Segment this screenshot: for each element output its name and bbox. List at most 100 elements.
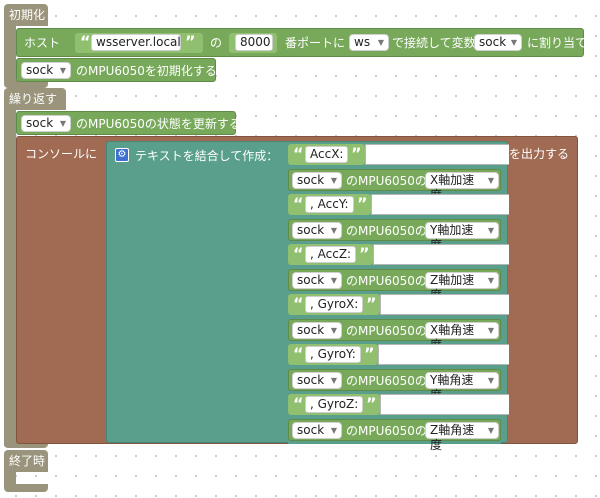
update-label: のMPU6050の状態を更新する xyxy=(76,117,241,131)
sensor-var-dropdown[interactable]: sock ▼ xyxy=(292,322,342,339)
close-quote-icon: ” xyxy=(351,144,362,163)
sensor-var-value: sock xyxy=(297,323,325,337)
chevron-down-icon: ▼ xyxy=(330,226,337,235)
mpu-sensor-block[interactable]: sock ▼ のMPU6050のY軸角速度▼ xyxy=(288,369,501,402)
open-quote-icon: “ xyxy=(80,32,91,51)
update-var-value: sock xyxy=(26,116,54,130)
open-quote-icon: “ xyxy=(293,194,304,213)
sensor-var-dropdown[interactable]: sock ▼ xyxy=(292,222,342,239)
close-quote-icon: ” xyxy=(364,344,375,363)
var-dropdown[interactable]: sock ▼ xyxy=(474,34,522,51)
loop-event-block[interactable]: 繰り返す xyxy=(4,88,66,110)
axis-value: Z軸角速度 xyxy=(430,423,475,452)
setup-label: 初期化 xyxy=(9,8,46,22)
open-quote-icon: “ xyxy=(293,244,304,263)
chevron-down-icon: ▼ xyxy=(377,38,384,47)
chevron-down-icon: ▼ xyxy=(487,426,494,435)
init-label: のMPU6050を初期化する xyxy=(76,64,217,78)
text-literal-block[interactable]: “, AccZ:” xyxy=(288,244,373,265)
chevron-down-icon: ▼ xyxy=(59,119,66,128)
host-text-block[interactable]: “ wsserver.local ” xyxy=(75,33,203,53)
sensor-of-label: のMPU6050の xyxy=(346,374,427,388)
port-suffix: 番ポートに xyxy=(285,36,346,50)
update-var-dropdown[interactable]: sock ▼ xyxy=(21,115,71,132)
axis-dropdown[interactable]: X軸角速度▼ xyxy=(425,322,499,352)
axis-dropdown[interactable]: Z軸加速度▼ xyxy=(425,272,499,302)
sensor-of-label: のMPU6050の xyxy=(346,224,427,238)
text-literal-value[interactable]: , GyroZ: xyxy=(305,396,364,413)
chevron-down-icon: ▼ xyxy=(330,276,337,285)
console-print-block[interactable]: コンソールに を出力する ⚙ テキストを結合して作成： “AccX:” sock ▼… xyxy=(16,136,578,452)
chevron-down-icon: ▼ xyxy=(59,66,66,75)
sensor-var-dropdown[interactable]: sock ▼ xyxy=(292,272,342,289)
text-literal-block[interactable]: “, GyroY:” xyxy=(288,344,378,365)
axis-dropdown[interactable]: Y軸角速度▼ xyxy=(425,372,499,402)
axis-dropdown[interactable]: Z軸角速度 ▼ xyxy=(425,422,499,452)
empty-slot xyxy=(373,244,509,265)
finish-label: 終了時 xyxy=(9,454,46,468)
loop-label: 繰り返す xyxy=(9,92,58,106)
close-quote-icon: ” xyxy=(185,32,196,51)
axis-dropdown[interactable]: Y軸加速度▼ xyxy=(425,222,499,252)
port-number-block[interactable]: 8000 xyxy=(229,33,277,53)
finish-bottom xyxy=(4,484,48,492)
chevron-down-icon: ▼ xyxy=(487,276,494,285)
text-literal-block[interactable]: “, GyroZ:” xyxy=(288,394,380,415)
finish-event-block[interactable]: 終了時 xyxy=(4,450,48,472)
mpu-sensor-block[interactable]: sock ▼ のMPU6050のX軸加速度▼ xyxy=(288,169,501,202)
sensor-var-dropdown[interactable]: sock ▼ xyxy=(292,372,342,389)
mpu-update-block[interactable]: sock ▼ のMPU6050の状態を更新する xyxy=(16,111,241,135)
text-join-block[interactable]: ⚙ テキストを結合して作成： “AccX:” sock ▼ のMPU6050の X軸加速… xyxy=(106,141,509,452)
sensor-var-value: sock xyxy=(297,173,325,187)
sensor-var-value: sock xyxy=(297,273,325,287)
host-label: ホスト xyxy=(24,36,61,50)
open-quote-icon: “ xyxy=(293,394,304,413)
sensor-of-label: のMPU6050の xyxy=(346,274,427,288)
protocol-value: ws xyxy=(354,35,371,49)
text-literal-block[interactable]: “, AccY:” xyxy=(288,194,371,215)
mpu-sensor-block[interactable]: sock ▼ のMPU6050のZ軸加速度▼ xyxy=(288,269,501,302)
mpu-init-block[interactable]: sock ▼ のMPU6050を初期化する xyxy=(16,58,217,82)
console-label: コンソールに xyxy=(25,147,98,161)
gear-icon[interactable]: ⚙ xyxy=(115,148,129,162)
sensor-var-dropdown[interactable]: sock ▼ xyxy=(292,172,342,189)
axis-dropdown[interactable]: X軸加速度▼ xyxy=(425,172,499,202)
sensor-var-dropdown[interactable]: sock ▼ xyxy=(292,422,342,439)
init-var-dropdown[interactable]: sock ▼ xyxy=(21,62,71,79)
protocol-dropdown[interactable]: ws ▼ xyxy=(349,34,389,51)
close-quote-icon: ” xyxy=(366,394,377,413)
chevron-down-icon: ▼ xyxy=(330,326,337,335)
setup-body-spine xyxy=(4,26,16,84)
setup-event-block[interactable]: 初期化 xyxy=(4,4,48,26)
loop-body-spine xyxy=(4,110,16,446)
chevron-down-icon: ▼ xyxy=(487,176,494,185)
output-label: を出力する xyxy=(509,147,570,161)
text-literal-value[interactable]: , GyroX: xyxy=(305,296,364,313)
host-value[interactable]: wsserver.local xyxy=(91,34,181,51)
text-literal-block[interactable]: “, GyroX:” xyxy=(288,294,380,315)
empty-slot xyxy=(380,294,509,315)
chevron-down-icon: ▼ xyxy=(330,376,337,385)
sensor-of-label: のMPU6050の xyxy=(346,424,427,438)
text-literal-value[interactable]: , GyroY: xyxy=(305,346,361,363)
port-value[interactable]: 8000 xyxy=(235,34,273,51)
mpu-sensor-block[interactable]: sock ▼ のMPU6050のY軸加速度▼ xyxy=(288,219,501,252)
init-var-value: sock xyxy=(26,63,54,77)
assign-label: に割り当てる xyxy=(527,36,600,50)
text-literal-value[interactable]: AccX: xyxy=(305,146,349,163)
sensor-var-value: sock xyxy=(297,223,325,237)
text-literal-block[interactable]: “AccX:” xyxy=(288,144,365,165)
mpu-sensor-block[interactable]: sock ▼ のMPU6050の Z軸角速度 ▼ xyxy=(288,419,501,452)
var-name: sock xyxy=(479,35,507,49)
close-quote-icon: ” xyxy=(359,244,370,263)
open-quote-icon: “ xyxy=(293,144,304,163)
empty-slot xyxy=(380,394,509,415)
chevron-down-icon: ▼ xyxy=(330,176,337,185)
ws-connect-block[interactable]: ホスト “ wsserver.local ” の 8000 番ポートに ws ▼… xyxy=(16,28,599,57)
text-literal-value[interactable]: , AccZ: xyxy=(305,246,357,263)
text-literal-value[interactable]: , AccY: xyxy=(305,196,354,213)
open-quote-icon: “ xyxy=(293,294,304,313)
mpu-sensor-block[interactable]: sock ▼ のMPU6050のX軸角速度▼ xyxy=(288,319,501,352)
close-quote-icon: ” xyxy=(366,294,377,313)
empty-slot xyxy=(365,144,509,165)
